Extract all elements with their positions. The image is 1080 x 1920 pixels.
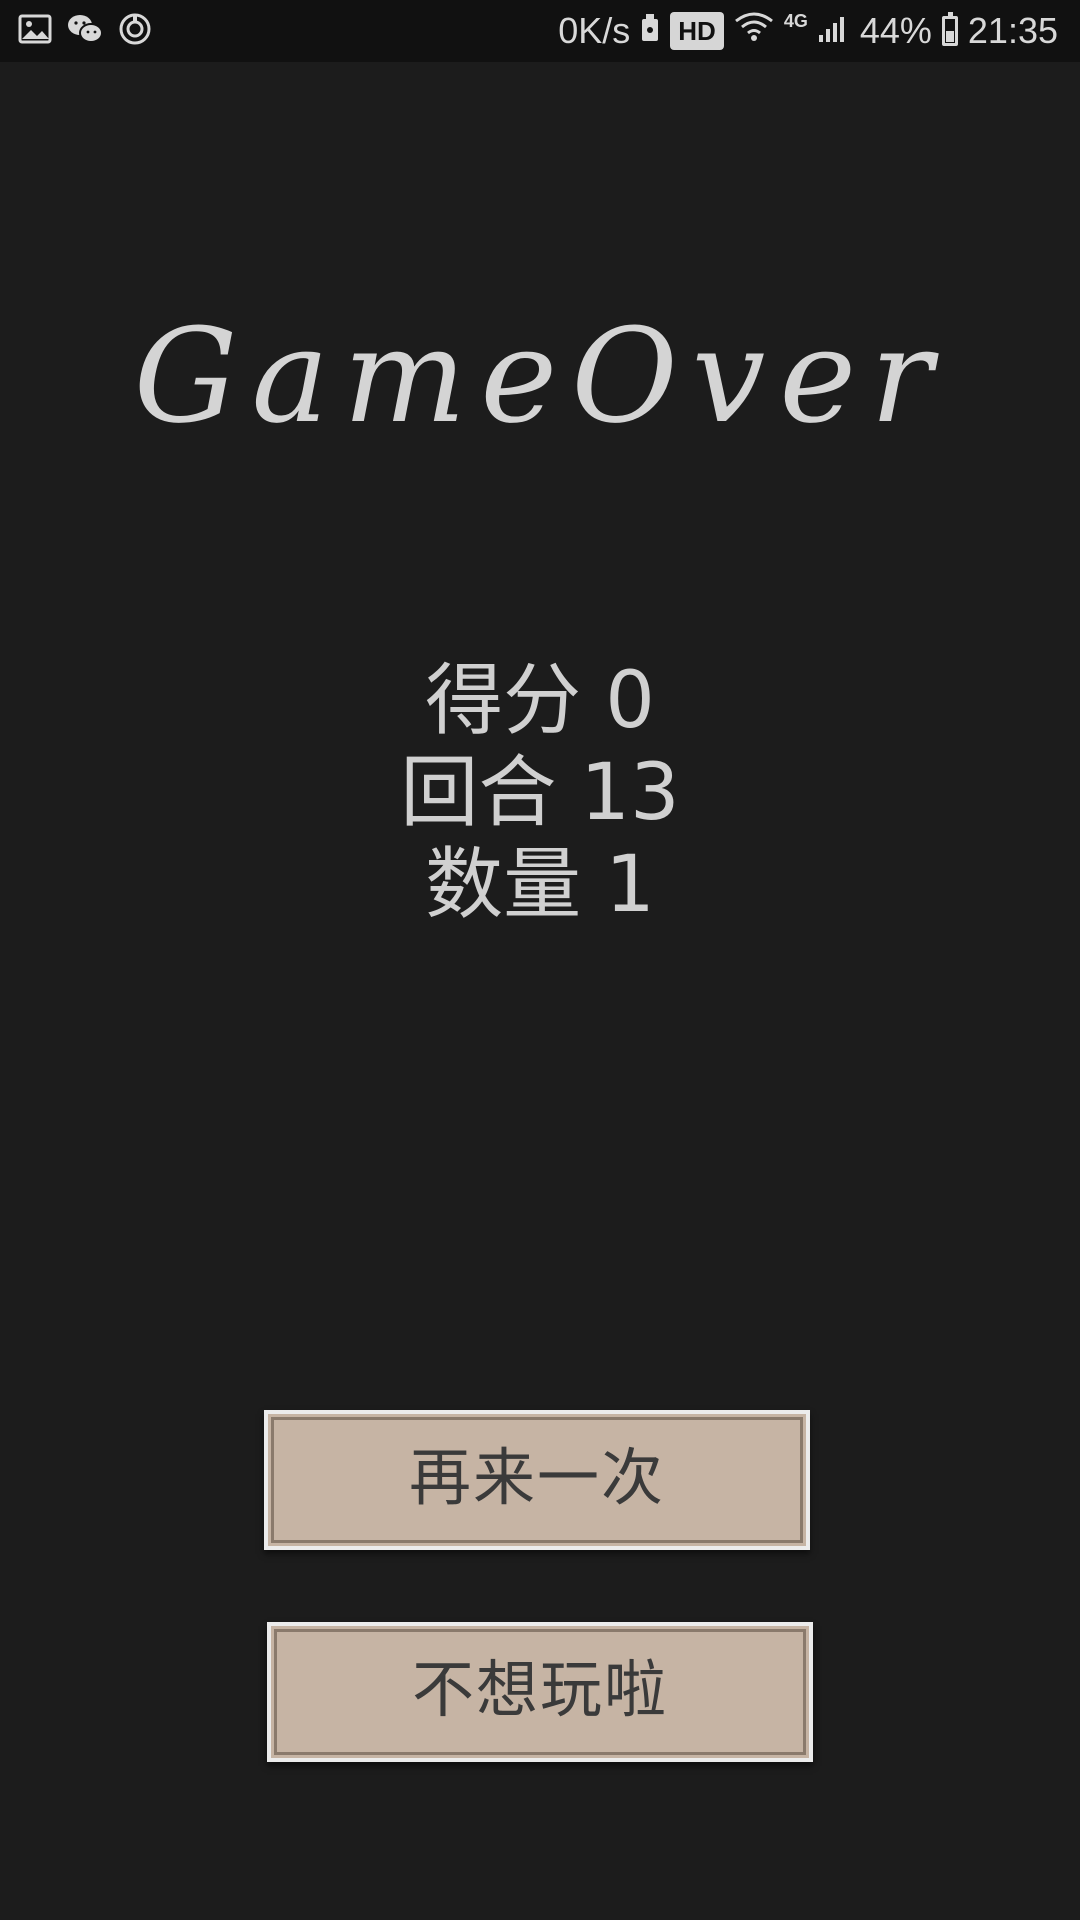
status-left-icons [18, 12, 152, 50]
round-row: 回合 13 [0, 747, 1080, 839]
clock: 21:35 [967, 10, 1058, 51]
stats-panel: 得分 0 回合 13 数量 1 [0, 655, 1080, 931]
score-value: 0 [605, 656, 655, 746]
score-label: 得分 [425, 656, 582, 746]
round-label: 回合 [400, 748, 557, 838]
gallery-icon [18, 14, 52, 49]
game-over-title: GameOver [133, 300, 947, 452]
game-over-screen: 0K/s HD 4G 44% 21:35 GameOver 得分 0 回合 13… [0, 0, 1080, 1920]
score-row: 得分 0 [0, 655, 1080, 747]
count-row: 数量 1 [0, 839, 1080, 931]
count-label: 数量 [425, 840, 582, 930]
wechat-icon [66, 13, 104, 50]
hd-badge: HD [670, 12, 724, 50]
battery-percent: 44% [859, 10, 932, 51]
battery-level-fill [945, 31, 954, 42]
quit-button[interactable]: 不想玩啦 [267, 1622, 813, 1762]
wifi-icon [734, 10, 774, 52]
nfc-icon [640, 10, 660, 52]
retry-button[interactable]: 再来一次 [264, 1410, 810, 1550]
signal-icon [818, 10, 850, 52]
net-speed: 0K/s [558, 10, 631, 51]
battery-icon [941, 12, 958, 46]
count-value: 1 [605, 840, 655, 930]
status-bar: 0K/s HD 4G 44% 21:35 [0, 0, 1080, 62]
status-right-indicators: 0K/s HD 4G 44% 21:35 [558, 8, 1058, 54]
sync-icon [118, 12, 152, 51]
round-value: 13 [580, 748, 680, 838]
network-type: 4G [783, 10, 808, 31]
